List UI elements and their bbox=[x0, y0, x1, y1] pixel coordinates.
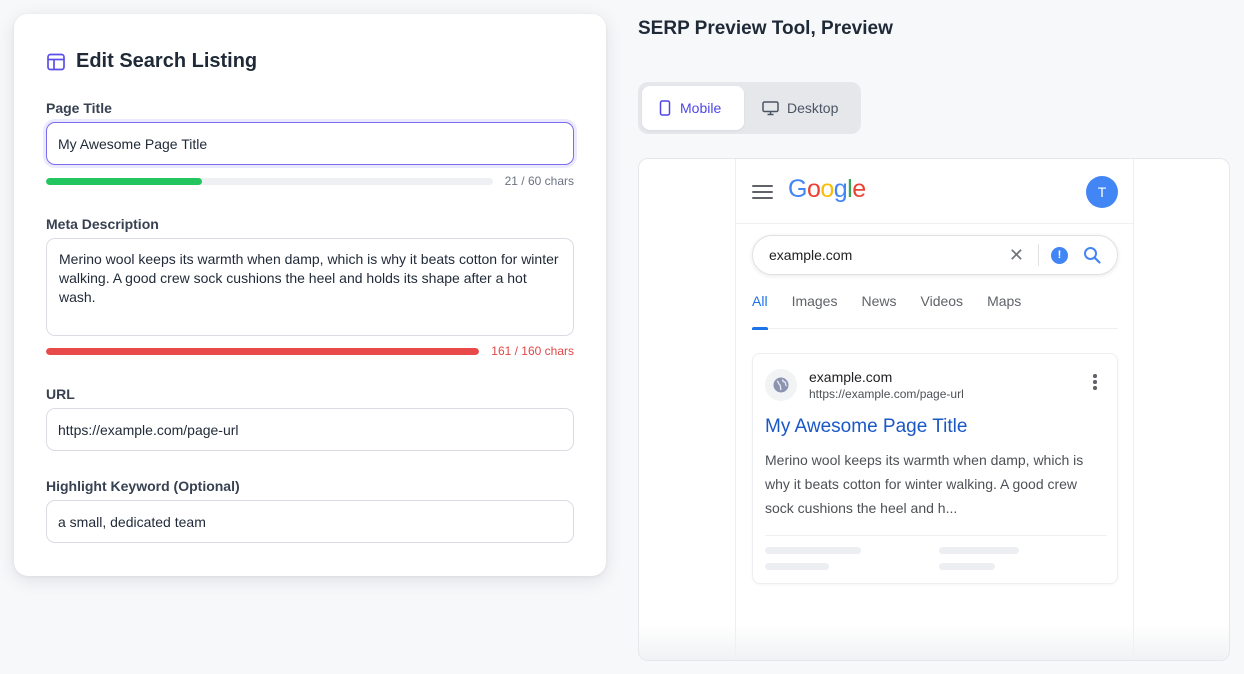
editor-header: Edit Search Listing bbox=[46, 50, 257, 73]
skeleton-line bbox=[939, 547, 1019, 554]
meta-description-value: Merino wool keeps its warmth when damp, … bbox=[59, 251, 559, 305]
mobile-serp: Google T example.com ✕ ! All Images News… bbox=[735, 159, 1134, 660]
device-toggle: Mobile Desktop bbox=[638, 82, 861, 134]
page-title-fill bbox=[46, 177, 203, 185]
layout-icon bbox=[47, 53, 65, 70]
search-result-card: example.com https://example.com/page-url… bbox=[752, 353, 1118, 584]
tab-maps[interactable]: Maps bbox=[987, 291, 1021, 329]
meta-description-input[interactable]: Merino wool keeps its warmth when damp, … bbox=[46, 238, 574, 336]
mobile-label: Mobile bbox=[680, 100, 722, 116]
google-header: Google T bbox=[736, 159, 1133, 224]
keyword-value: a small, dedicated team bbox=[58, 513, 206, 530]
skeleton-line bbox=[939, 563, 995, 570]
search-divider bbox=[1038, 244, 1039, 266]
editor-title: Edit Search Listing bbox=[76, 50, 258, 72]
page-title-input[interactable]: My Awesome Page Title bbox=[46, 122, 574, 165]
page-title-label: Page Title bbox=[46, 100, 112, 116]
page-title-value: My Awesome Page Title bbox=[58, 135, 208, 152]
search-query: example.com bbox=[769, 247, 853, 263]
page-title-progress: 21 / 60 chars bbox=[46, 174, 574, 188]
page-title-track bbox=[46, 177, 493, 185]
meta-description-fill bbox=[46, 347, 480, 355]
desktop-button[interactable]: Desktop bbox=[746, 86, 854, 130]
tab-all[interactable]: All bbox=[752, 291, 768, 330]
lens-icon[interactable]: ! bbox=[1051, 246, 1068, 264]
google-tabs: All Images News Videos Maps bbox=[752, 291, 1118, 330]
kebab-icon[interactable] bbox=[1091, 374, 1099, 392]
result-snippet: Merino wool keeps its warmth when damp, … bbox=[765, 452, 1084, 516]
skeleton-line bbox=[765, 547, 861, 554]
tab-videos[interactable]: Videos bbox=[921, 291, 964, 329]
preview-frame: Google T example.com ✕ ! All Images News… bbox=[638, 158, 1230, 661]
keyword-label: Highlight Keyword (Optional) bbox=[46, 478, 240, 494]
skeleton-line bbox=[765, 563, 829, 570]
hamburger-icon[interactable] bbox=[752, 185, 773, 203]
keyword-input[interactable]: a small, dedicated team bbox=[46, 500, 574, 543]
mobile-button[interactable]: Mobile bbox=[642, 86, 744, 130]
google-search-bar[interactable]: example.com ✕ ! bbox=[752, 235, 1118, 275]
bottom-fade bbox=[639, 624, 1229, 660]
meta-description-progress: 161 / 160 chars bbox=[46, 344, 574, 358]
meta-description-label: Meta Description bbox=[46, 216, 159, 232]
result-breadcrumb: https://example.com/page-url bbox=[809, 387, 964, 401]
url-input[interactable]: https://example.com/page-url bbox=[46, 408, 574, 451]
preview-title: SERP Preview Tool, Preview bbox=[638, 18, 893, 39]
search-icon[interactable] bbox=[1083, 246, 1101, 264]
clear-icon[interactable]: ✕ bbox=[1009, 245, 1024, 266]
tab-images[interactable]: Images bbox=[792, 291, 838, 329]
desktop-label: Desktop bbox=[787, 100, 839, 116]
result-divider bbox=[765, 535, 1107, 536]
result-site-name: example.com bbox=[809, 369, 893, 385]
avatar[interactable]: T bbox=[1086, 176, 1118, 208]
meta-description-track bbox=[46, 347, 480, 355]
mobile-icon bbox=[659, 100, 671, 116]
globe-icon bbox=[773, 377, 789, 393]
url-label: URL bbox=[46, 386, 75, 402]
editor-card: Edit Search Listing Page Title My Awesom… bbox=[14, 14, 606, 576]
tab-news[interactable]: News bbox=[861, 291, 896, 329]
google-logo: Google bbox=[788, 175, 866, 203]
desktop-icon bbox=[762, 101, 779, 116]
favicon bbox=[765, 369, 797, 401]
result-title[interactable]: My Awesome Page Title bbox=[765, 416, 967, 438]
url-value: https://example.com/page-url bbox=[58, 421, 239, 438]
meta-description-count: 161 / 160 chars bbox=[491, 344, 574, 358]
page-title-count: 21 / 60 chars bbox=[504, 174, 574, 188]
